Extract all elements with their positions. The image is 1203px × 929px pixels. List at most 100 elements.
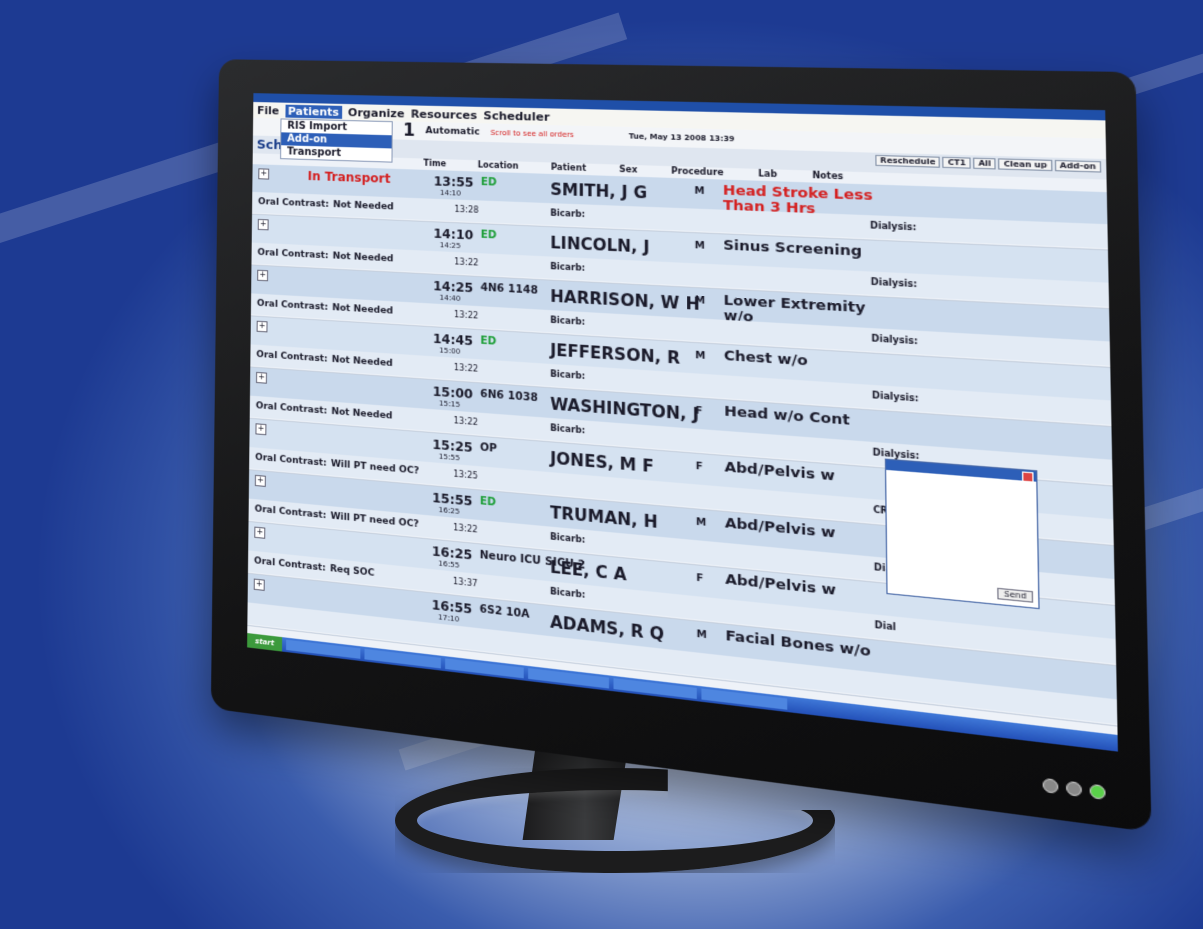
mode-label[interactable]: Automatic <box>425 126 479 138</box>
patient-name[interactable]: LEE, C A <box>550 558 626 585</box>
time-cell: 14:25 14:40 <box>433 279 473 304</box>
time-cell: 13:55 14:10 <box>434 174 474 198</box>
taskbar-item[interactable] <box>445 658 524 679</box>
location-cell: OP <box>479 442 497 456</box>
time-cell: 14:10 14:25 <box>433 226 473 250</box>
menu-item-resources[interactable]: Resources <box>411 107 477 122</box>
bicarb-field[interactable]: Bicarb: <box>550 208 585 219</box>
sex-cell: M <box>695 517 707 530</box>
dialysis-field[interactable]: Dial <box>874 620 896 632</box>
expand-icon[interactable]: + <box>253 578 265 591</box>
oral-contrast-value: Req SOC <box>329 563 375 579</box>
monitor-button <box>1042 777 1059 794</box>
sex-cell: F <box>696 573 704 585</box>
bicarb-field[interactable]: Bicarb: <box>550 262 585 273</box>
header-button[interactable]: Add-on <box>1054 159 1102 173</box>
submenu-item[interactable]: Transport <box>281 145 391 161</box>
patient-name[interactable]: LINCOLN, J <box>550 233 649 256</box>
time-cell: 15:00 15:15 <box>433 384 473 410</box>
oral-contrast-label: Oral Contrast: <box>257 197 330 210</box>
monitor-screen: File Patients Organize Resources Scheduler R… <box>247 93 1118 752</box>
expand-icon[interactable]: + <box>256 320 268 333</box>
status-label: In Transport <box>307 168 391 186</box>
location-cell: ED <box>480 229 497 242</box>
menu-item-scheduler[interactable]: Scheduler <box>483 108 549 123</box>
oral-contrast-label: Oral Contrast: <box>256 349 328 365</box>
patient-name[interactable]: HARRISON, W H <box>550 287 700 314</box>
header-button[interactable]: All <box>973 157 997 170</box>
monitor-base <box>395 768 835 873</box>
header-button[interactable]: Reschedule <box>875 154 941 168</box>
dialysis-field[interactable]: Dialysis: <box>870 221 916 233</box>
start-button[interactable]: start <box>247 633 283 652</box>
time-cell: 14:45 15:00 <box>433 331 473 356</box>
oral-contrast-field[interactable]: Oral Contrast: Not Needed <box>258 197 394 212</box>
expand-icon[interactable]: + <box>255 423 267 436</box>
taskbar-item[interactable] <box>701 688 788 710</box>
orders-list: + In Transport 13:55 14:10 ED SMITH, J G M Head… <box>247 164 1118 727</box>
patient-name[interactable]: JEFFERSON, R <box>550 341 680 368</box>
dialysis-field[interactable]: Dialysis: <box>872 390 919 403</box>
expand-icon[interactable]: + <box>254 474 266 487</box>
close-icon[interactable] <box>1022 471 1034 483</box>
oral-contrast-field[interactable]: Oral Contrast: Not Needed <box>257 248 393 265</box>
procedure-cell: Chest w/o <box>723 348 808 370</box>
location-cell: 4N6 1148 <box>480 282 538 297</box>
sex-cell: M <box>696 629 707 642</box>
patients-submenu: RIS Import Add-on Transport <box>280 118 393 163</box>
expand-icon[interactable]: + <box>256 371 267 384</box>
oral-contrast-field[interactable]: Oral Contrast: Not Needed <box>256 350 393 369</box>
secondary-time: 13:22 <box>454 257 479 268</box>
expand-icon[interactable]: + <box>257 269 269 282</box>
oral-contrast-label: Oral Contrast: <box>257 247 329 262</box>
bicarb-field[interactable]: Bicarb: <box>550 532 585 545</box>
oral-contrast-label: Oral Contrast: <box>255 401 328 417</box>
menu-item-organize[interactable]: Organize <box>348 106 405 120</box>
oral-contrast-value: Not Needed <box>332 199 394 213</box>
sex-cell: F <box>695 405 703 418</box>
expand-icon[interactable]: + <box>257 218 269 231</box>
oral-contrast-label: Oral Contrast: <box>253 556 326 574</box>
monitor-button <box>1065 780 1082 797</box>
oral-contrast-value: Not Needed <box>331 406 393 422</box>
oral-contrast-value: Will PT need OC? <box>330 458 420 477</box>
sex-cell: M <box>694 295 706 307</box>
bicarb-field[interactable]: Bicarb: <box>550 315 585 327</box>
dialysis-field[interactable]: Dialysis: <box>871 334 918 347</box>
time-cell: 16:55 17:10 <box>432 598 473 626</box>
dialysis-field[interactable]: Dialysis: <box>871 277 918 289</box>
oral-contrast-field[interactable]: Oral Contrast: Not Needed <box>257 299 393 317</box>
oral-contrast-value: Not Needed <box>332 251 394 265</box>
time-sub: 14:25 <box>439 241 461 251</box>
power-button <box>1089 783 1106 800</box>
secondary-time: 13:25 <box>453 469 478 481</box>
sex-cell: M <box>694 186 705 198</box>
menu-item-file[interactable]: File <box>257 104 279 117</box>
taskbar-item[interactable] <box>364 648 441 669</box>
oral-contrast-field[interactable]: Oral Contrast: Not Needed <box>256 401 393 422</box>
expand-icon[interactable]: + <box>254 526 266 539</box>
header-button[interactable]: CT1 <box>942 156 971 169</box>
patient-name[interactable]: JONES, M F <box>550 449 654 477</box>
time-cell: 15:55 16:25 <box>432 491 472 518</box>
bicarb-field[interactable]: Bicarb: <box>550 587 585 600</box>
expand-icon[interactable]: + <box>258 168 270 180</box>
location-cell: ED <box>479 495 497 509</box>
bicarb-field[interactable]: Bicarb: <box>550 369 585 381</box>
patient-name[interactable]: SMITH, J G <box>550 180 647 202</box>
taskbar-item[interactable] <box>613 678 697 699</box>
procedure-cell: Head w/o Cont <box>724 403 850 430</box>
datetime: Tue, May 13 2008 13:39 <box>628 132 735 144</box>
time-cell: 15:25 15:55 <box>432 437 472 463</box>
message-popup: Send <box>884 458 1040 610</box>
procedure-cell: Sinus Screening <box>723 237 862 261</box>
time-value: 13:55 <box>433 174 474 190</box>
send-button[interactable]: Send <box>997 587 1034 603</box>
bicarb-field[interactable]: Bicarb: <box>550 423 585 435</box>
location-cell: ED <box>480 335 497 348</box>
header-button[interactable]: Clean up <box>998 158 1053 172</box>
taskbar-item[interactable] <box>528 668 610 689</box>
menu-item-patients[interactable]: Patients <box>284 104 343 119</box>
time-cell: 16:25 16:55 <box>432 544 473 571</box>
taskbar-item[interactable] <box>286 639 361 659</box>
